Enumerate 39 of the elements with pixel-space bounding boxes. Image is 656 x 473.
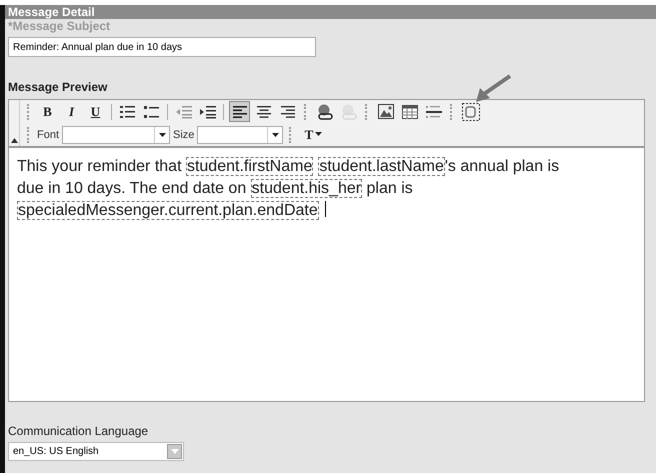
align-right-icon — [280, 106, 294, 118]
image-button[interactable] — [375, 101, 396, 122]
text-color-button[interactable]: T — [299, 124, 330, 145]
merge-field: student.lastName — [318, 157, 445, 176]
align-left-icon — [232, 106, 246, 118]
subject-field[interactable]: Reminder: Annual plan due in 10 days — [8, 37, 316, 57]
pointer-arrow — [474, 74, 512, 104]
subject-label: *Message Subject — [7, 19, 112, 34]
dropdown-caret-icon — [315, 132, 324, 137]
merge-field: specialedMessenger.current.plan.endDate — [17, 201, 319, 220]
dropdown-caret-icon — [158, 132, 166, 136]
align-left-button[interactable] — [229, 101, 250, 122]
dropdown-caret-icon — [272, 132, 279, 136]
bold-button[interactable]: B — [37, 101, 58, 122]
horizontal-rule-icon — [426, 104, 442, 118]
italic-button[interactable]: I — [61, 101, 82, 122]
size-label: Size — [173, 128, 194, 140]
panel-title: Message Detail — [5, 5, 656, 19]
numbered-list-icon — [120, 104, 136, 118]
message-body[interactable]: This your reminder that student.firstName student.lastName's annual plan is due in 10 days. The end date on student.his_her plan is specialedMessenger.current.plan.endDate — [9, 146, 644, 401]
preview-label: Message Preview — [7, 80, 108, 95]
outdent-icon — [176, 104, 192, 118]
link-icon — [316, 104, 332, 120]
image-icon — [378, 104, 394, 119]
merge-field-icon — [462, 102, 480, 120]
table-icon — [402, 104, 418, 118]
merge-field: student.his_her — [250, 179, 362, 198]
indent-icon — [200, 104, 216, 118]
align-center-icon — [256, 106, 270, 118]
underline-button[interactable]: U — [85, 101, 106, 122]
language-label: Communication Language — [7, 424, 150, 439]
merge-field: student.firstName — [186, 157, 314, 176]
language-select[interactable]: en_US: US English — [8, 442, 184, 461]
dropdown-caret-icon — [170, 449, 178, 454]
collapse-toolbar-icon[interactable] — [10, 138, 18, 143]
font-label: Font — [37, 128, 60, 140]
bullet-list-icon — [144, 104, 160, 118]
merge-field-button[interactable] — [460, 101, 481, 122]
unlink-icon — [340, 104, 356, 120]
